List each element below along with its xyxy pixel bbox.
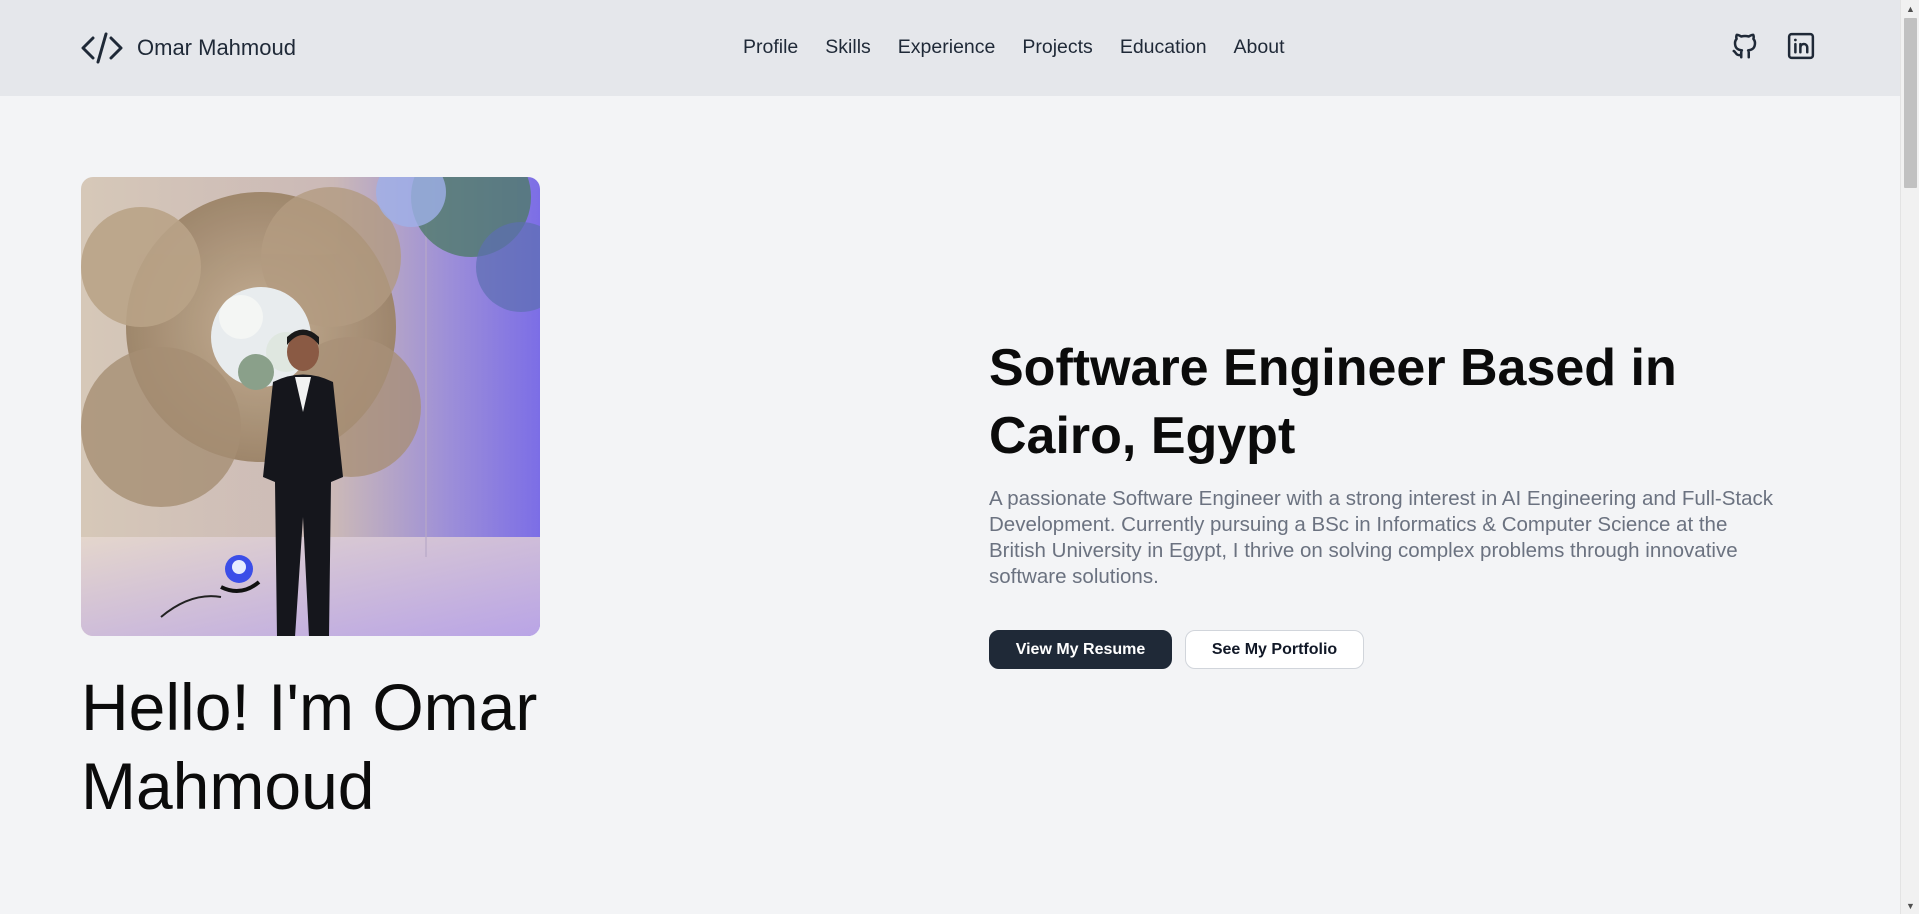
github-link[interactable] [1730,30,1760,62]
scroll-up-arrow-icon[interactable]: ▲ [1901,0,1919,17]
view-resume-button[interactable]: View My Resume [989,630,1172,669]
portfolio-page: Omar Mahmoud Profile Skills Experience P… [0,0,1919,914]
profile-photo [81,177,540,636]
linkedin-icon [1787,32,1815,60]
nav-education[interactable]: Education [1120,34,1207,60]
nav-about[interactable]: About [1234,34,1285,60]
hero-headline: Software Engineer Based in Cairo, Egypt [989,339,1677,465]
nav-projects[interactable]: Projects [1022,34,1092,60]
main-nav: Profile Skills Experience Projects Educa… [743,34,1285,60]
brand-name: Omar Mahmoud [137,35,296,60]
nav-skills[interactable]: Skills [825,34,871,60]
page-scrollbar[interactable]: ▲ ▼ [1900,0,1919,914]
nav-profile[interactable]: Profile [743,34,798,60]
github-icon [1732,33,1757,59]
site-header: Omar Mahmoud Profile Skills Experience P… [0,0,1900,96]
scrollbar-thumb[interactable] [1904,18,1917,188]
nav-experience[interactable]: Experience [898,34,996,60]
hero-intro: A passionate Software Engineer with a st… [989,487,1774,588]
scroll-down-arrow-icon[interactable]: ▼ [1901,897,1919,914]
greeting-heading: Hello! I'm Omar Mahmoud [81,670,538,823]
see-portfolio-button[interactable]: See My Portfolio [1185,630,1364,669]
brand-link[interactable]: Omar Mahmoud [81,30,296,66]
code-icon [81,32,123,64]
linkedin-link[interactable] [1786,30,1816,62]
